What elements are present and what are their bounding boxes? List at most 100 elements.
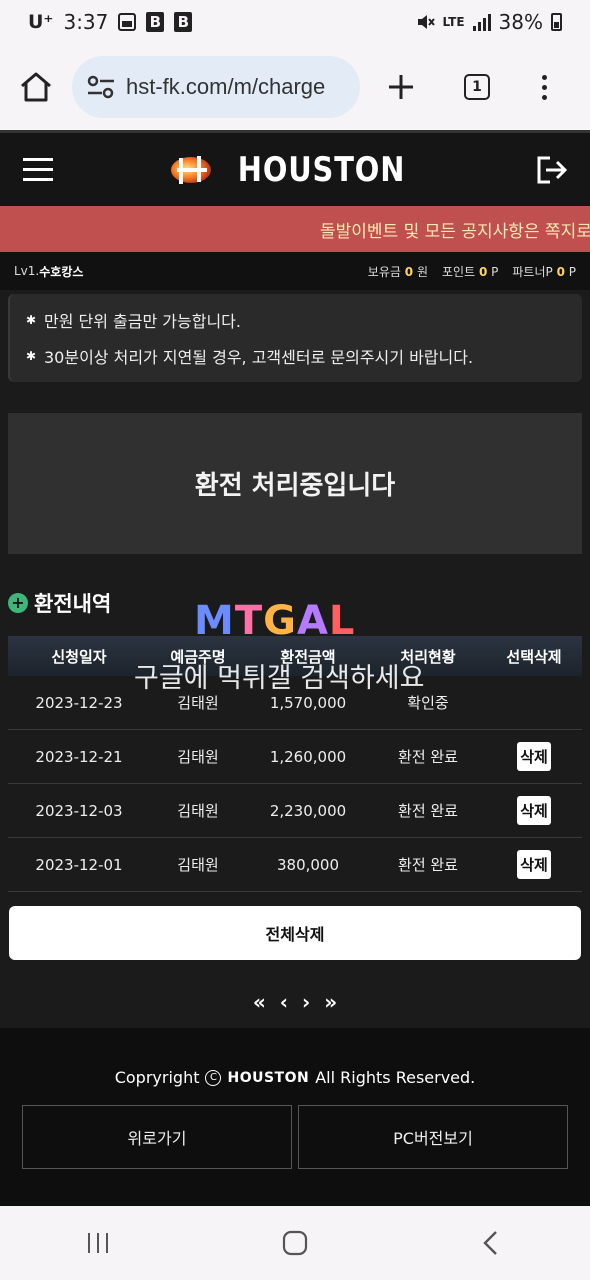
processing-panel: 환전 처리중입니다 [8,413,582,554]
pagination: « ‹ › » [0,984,590,1020]
clock: 3:37 [63,10,109,34]
logout-icon [537,156,568,183]
new-tab-button[interactable] [360,44,442,130]
col-status: 처리현황 [400,647,456,666]
address-bar[interactable]: hst-fk.com/m/charge [72,56,360,118]
menu-button[interactable] [0,132,76,208]
copyright-suffix: All Rights Reserved. [315,1068,476,1087]
status-bar: U⁺ 3:37 B B LTE 38% [0,0,590,44]
partner-stat: 파트너P 0 P [512,263,576,280]
network-type: LTE [442,15,465,29]
col-date: 신청일자 [51,647,107,666]
delete-button[interactable]: 삭제 [517,796,551,825]
mute-icon [417,15,435,29]
b-app-icon-2: B [174,12,193,32]
row-date: 2023-12-23 [35,693,123,712]
row-amount: 1,260,000 [269,747,347,766]
col-holder: 예금주명 [170,647,226,666]
points-label: 포인트 [441,264,476,279]
row-amount: 1,570,000 [269,693,347,712]
battery-icon [551,13,562,31]
delete-all-button[interactable]: 전체삭제 [9,906,581,960]
logout-button[interactable] [514,132,590,208]
balance-value: 0 [404,264,414,279]
plus-circle-icon: + [8,593,28,613]
table-row: 2023-12-23 김태원 1,570,000 확인중 [8,676,582,730]
system-nav-bar [0,1206,590,1280]
site-settings-icon[interactable] [86,75,116,99]
table-row: 2023-12-03 김태원 2,230,000 환전 완료 삭제 [8,784,582,838]
logo-mark-icon [171,155,212,184]
battery-percent: 38% [498,10,543,34]
row-amount: 2,230,000 [269,801,347,820]
exchange-history-table: 신청일자 예금주명 환전금액 처리현황 선택삭제 2023-12-23 김태원 … [8,636,582,892]
delete-button[interactable]: 삭제 [517,742,551,771]
row-holder: 김태원 [177,748,219,766]
notice-box: ✱ 만원 단위 출금만 가능합니다. ✱ 30분이상 처리가 지연될 경우, 고… [8,294,582,382]
copyright-prefix: Copryright [114,1068,200,1087]
row-status: 확인중 [407,694,449,712]
copyright-icon: C [205,1069,222,1086]
back-icon[interactable] [479,1230,505,1256]
tab-switcher-button[interactable]: 1 [442,44,512,130]
points-stat: 포인트 0 P [442,263,498,280]
col-delete: 선택삭제 [506,647,562,666]
row-holder: 김태원 [177,802,219,820]
next-page-button[interactable]: › [302,990,310,1014]
b-app-icon: B [146,12,165,32]
notice-marquee: 돌발이벤트 및 모든 공지사항은 쪽지로 [0,206,590,252]
url-text: hst-fk.com/m/charge [126,74,326,99]
points-value: 0 [478,264,488,279]
balance-unit: 원 [416,264,428,279]
col-amount: 환전금액 [280,647,336,666]
first-page-button[interactable]: « [253,990,266,1014]
history-heading: + 환전내역 [8,588,111,618]
home-nav-icon[interactable] [282,1230,308,1256]
row-holder: 김태원 [177,694,219,712]
delete-button[interactable]: 삭제 [517,850,551,879]
prev-page-button[interactable]: ‹ [280,990,288,1014]
row-holder: 김태원 [177,856,219,874]
partner-label: 파트너P [512,264,553,279]
pc-version-button[interactable]: PC버전보기 [298,1105,568,1169]
history-title: 환전내역 [34,592,112,616]
browser-menu-button[interactable] [512,44,576,130]
recent-apps-icon[interactable] [85,1230,111,1256]
plus-icon [389,75,413,99]
row-status: 환전 완료 [398,856,458,874]
user-nickname: 수호캉스 [39,264,84,279]
row-status: 환전 완료 [398,748,458,766]
site-logo[interactable]: HOUSTON [76,150,514,190]
browser-toolbar: hst-fk.com/m/charge 1 [0,44,590,130]
row-date: 2023-12-03 [35,801,123,820]
home-button[interactable] [0,44,72,130]
signal-icon [472,13,491,31]
row-status: 환전 완료 [398,802,458,820]
table-row: 2023-12-21 김태원 1,260,000 환전 완료 삭제 [8,730,582,784]
gallery-icon [118,13,137,31]
partner-value: 0 [556,264,565,279]
back-to-top-button[interactable]: 위로가기 [22,1105,292,1169]
marquee-text: 돌발이벤트 및 모든 공지사항은 쪽지로 [320,221,590,242]
notice-text: 30분이상 처리가 지연될 경우, 고객센터로 문의주시기 바랍니다. [44,348,474,367]
balance-stat: 보유금 0 원 [368,263,428,280]
row-date: 2023-12-01 [35,855,123,874]
notice-item: ✱ 만원 단위 출금만 가능합니다. [26,302,582,338]
site-header: HOUSTON [0,130,590,206]
balance-label: 보유금 [367,264,401,279]
row-amount: 380,000 [276,855,340,874]
tab-count: 1 [464,74,490,100]
user-info-bar: Lv1. 수호캉스 보유금 0 원 포인트 0 P 파트너P 0 P [0,252,590,290]
notice-text: 만원 단위 출금만 가능합니다. [44,312,241,331]
star-bullet-icon: ✱ [26,313,37,327]
points-unit: P [491,264,499,279]
carrier-label: U⁺ [28,11,54,33]
star-bullet-icon: ✱ [26,349,37,363]
home-icon [21,72,51,102]
notice-item: ✱ 30분이상 처리가 지연될 경우, 고객센터로 문의주시기 바랍니다. [26,338,582,374]
partner-unit: P [568,264,576,279]
user-level: Lv1. [14,264,40,278]
copyright: Copryright C HOUSTON All Rights Reserved… [0,1068,590,1087]
last-page-button[interactable]: » [324,990,337,1014]
logo-text: HOUSTON [238,149,406,190]
